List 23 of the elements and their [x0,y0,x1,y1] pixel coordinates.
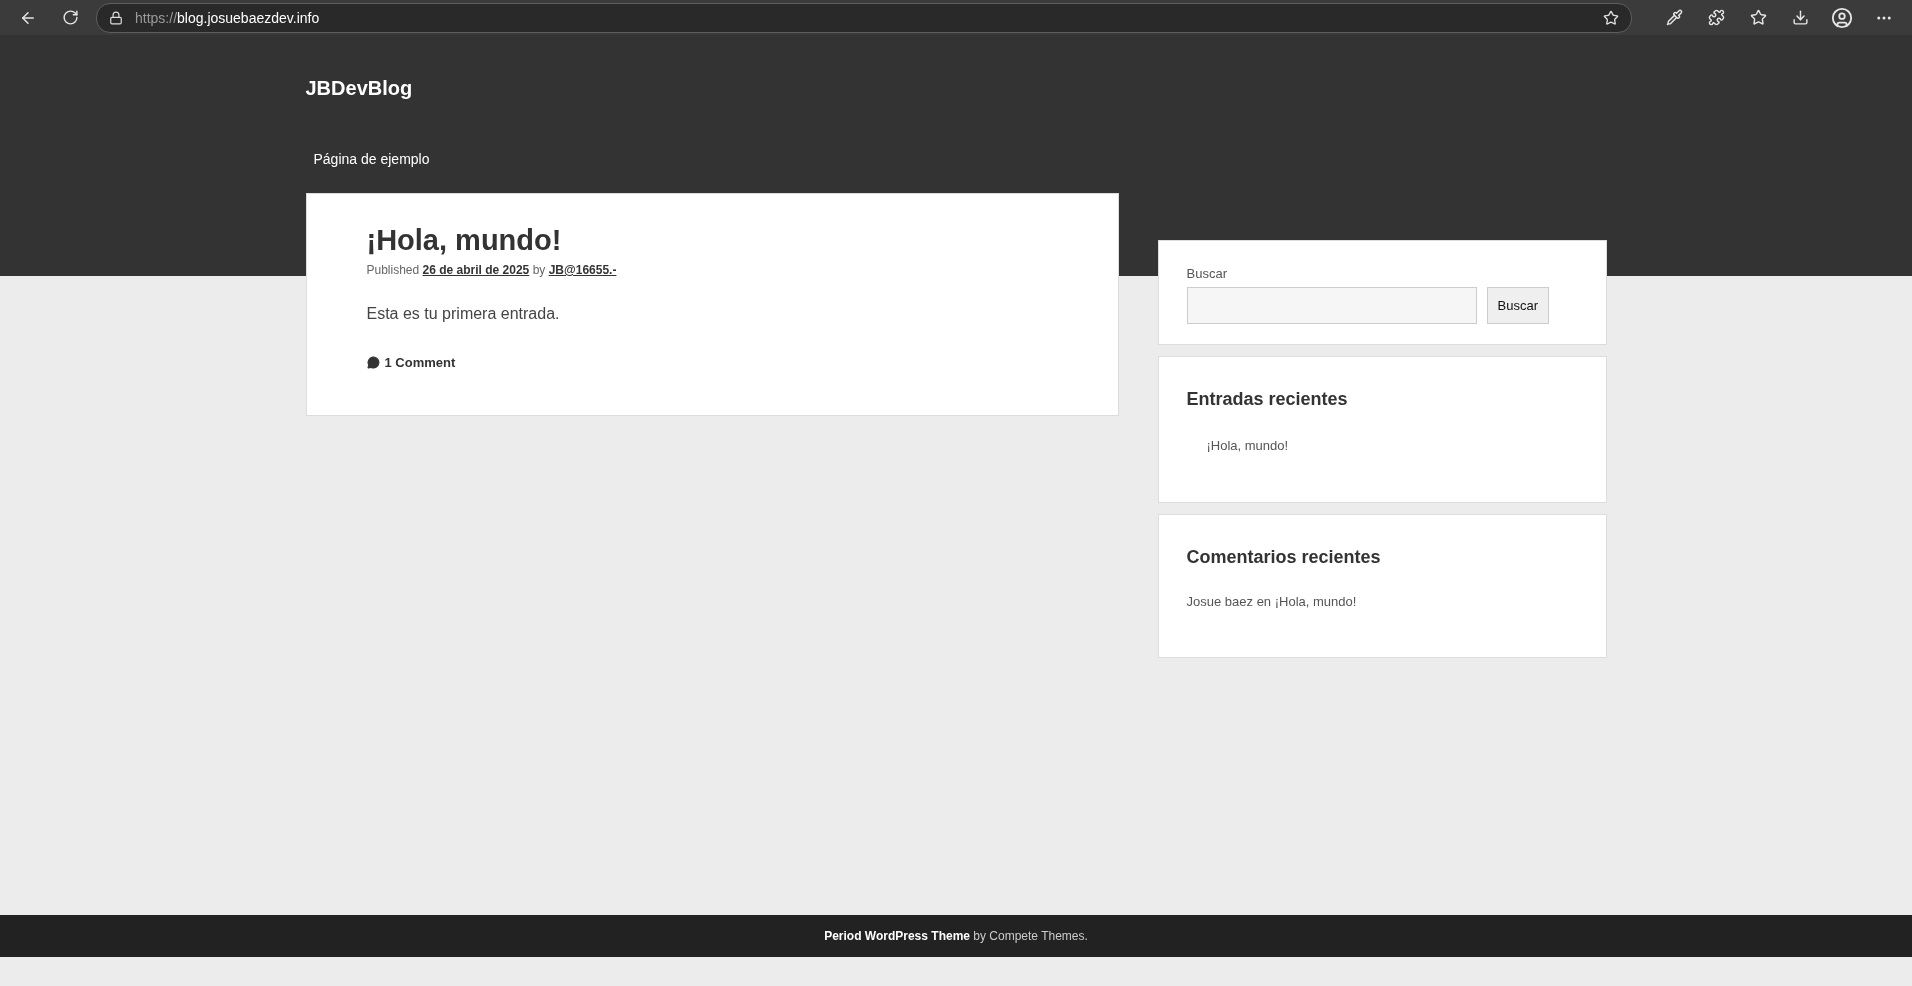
theme-link[interactable]: Period WordPress Theme [824,929,970,943]
nav-link[interactable]: Página de ejemplo [313,151,430,167]
post-meta: Published 26 de abril de 2025 by JB@16655.- [366,263,618,277]
recent-comment: Josue baez en ¡Hola, mundo! [1186,594,1358,609]
search-label: Buscar [1186,266,1228,281]
comment-post-link[interactable]: ¡Hola, mundo! [1274,594,1357,609]
lock-icon [109,10,123,25]
post-body: Esta es tu primera entrada. [366,305,561,323]
widget-title: Comentarios recientes [1186,547,1382,568]
footer-credit: Period WordPress Theme by Compete Themes. [824,929,1088,943]
search-field[interactable] [1186,287,1477,324]
address-bar[interactable]: https://blog.josuebaezdev.info [96,2,1632,33]
date-link[interactable]: 26 de abril de 2025 [422,263,530,277]
url-text: https://blog.josuebaezdev.info [135,9,320,26]
site-title[interactable]: JBDevBlog [305,35,1607,115]
post-title[interactable]: ¡Hola, mundo! [366,224,1058,257]
speech-bubble-icon [366,356,380,369]
search-button[interactable]: Buscar [1486,287,1549,324]
star-icon[interactable] [1603,9,1619,26]
widget-title: Entradas recientes [1186,389,1349,410]
recent-post-link[interactable]: ¡Hola, mundo! [1206,438,1289,453]
comments-link[interactable]: 1 Comment [366,355,456,370]
author-link[interactable]: JB@16655.- [548,263,617,277]
